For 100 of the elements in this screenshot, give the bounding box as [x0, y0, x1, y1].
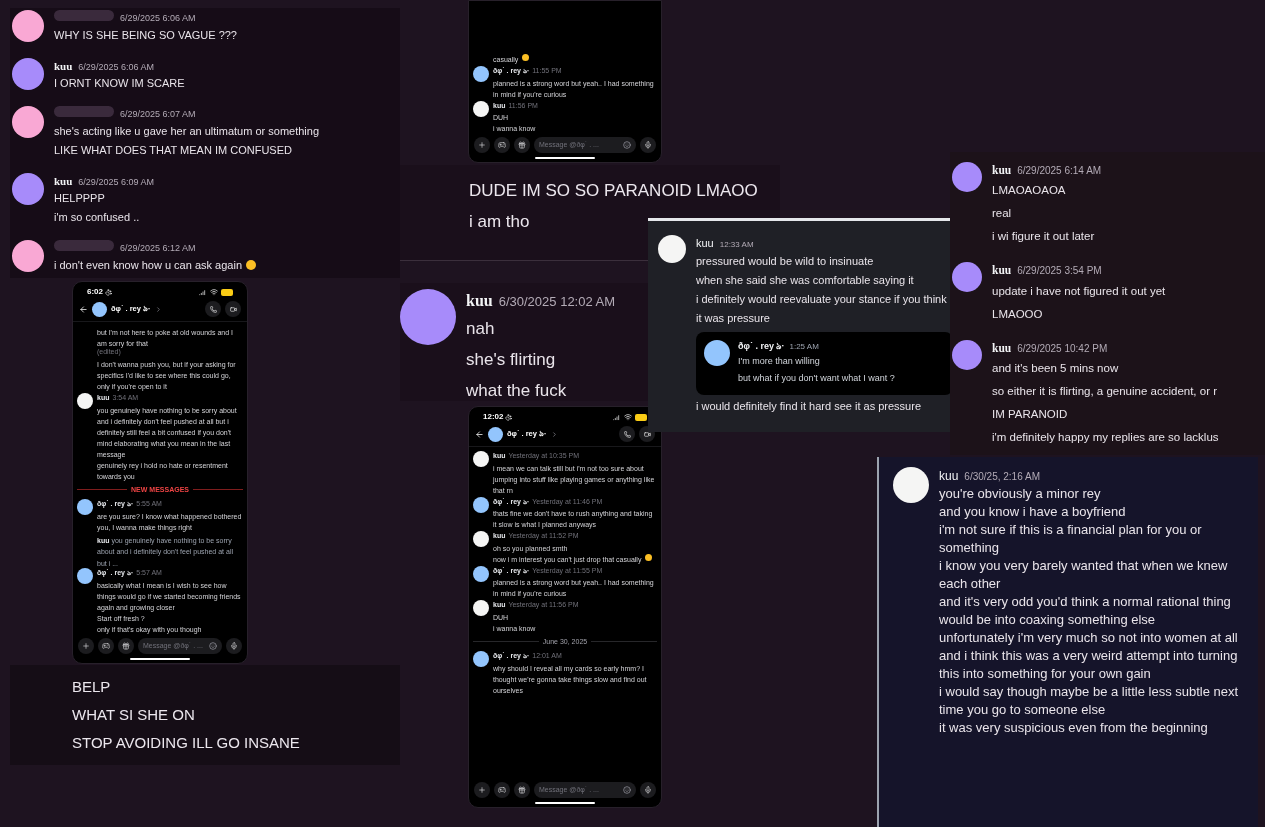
timestamp: 6/29/2025 6:12 AM — [120, 242, 196, 255]
author-name: kuu — [54, 173, 73, 189]
games-button[interactable] — [98, 638, 114, 654]
plus-icon — [478, 786, 486, 794]
message-text: HELPPPP — [54, 191, 105, 206]
chevron-icon — [154, 305, 162, 313]
message-text: i am tho — [469, 211, 530, 233]
wifi-icon — [624, 413, 632, 421]
message-text: BELP — [72, 677, 111, 697]
message-text: I'm more than willing — [738, 355, 821, 368]
timestamp: 1:25 AM — [789, 340, 819, 353]
avatar-icon — [92, 301, 107, 317]
author-name: kuu — [939, 468, 959, 485]
emoji-icon[interactable] — [209, 642, 217, 650]
message-text: STOP AVOIDING ILL GO INSANE — [72, 733, 300, 753]
emoji-icon[interactable] — [623, 786, 631, 794]
message-text: nah — [466, 318, 495, 340]
video-icon — [643, 430, 651, 438]
gift-button[interactable] — [514, 782, 530, 798]
timestamp: 6/30/25, 2:16 AM — [964, 470, 1040, 484]
signal-icon — [199, 288, 207, 296]
mic-button[interactable] — [640, 782, 656, 798]
chevron-icon — [550, 430, 558, 438]
timestamp: 6/29/2025 6:06 AM — [78, 60, 154, 74]
call-button[interactable] — [619, 426, 635, 442]
message-text: i would definitely find it hard see it as pressure — [696, 399, 922, 414]
message-text: she's acting like u gave her an ultimatum or something — [54, 123, 319, 139]
message-text: pressured would be wild to insinuate — [696, 253, 874, 269]
battery-icon — [221, 288, 233, 296]
battery-icon — [635, 413, 647, 421]
gamepad-icon — [498, 141, 506, 149]
gift-button[interactable] — [118, 638, 134, 654]
author-name: kuu — [992, 163, 1012, 178]
games-button[interactable] — [494, 782, 510, 798]
message-text: and it's been 5 mins now — [992, 360, 1119, 376]
timestamp: 6/29/2025 6:09 AM — [78, 175, 154, 189]
message-text: I ORNT KNOW IM SCARE — [54, 76, 185, 91]
mic-button[interactable] — [640, 137, 656, 153]
message-text: so either it is flirting, a genuine accident, or r — [992, 383, 1217, 399]
message-text: update i have not figured it out yet — [992, 283, 1166, 299]
plus-icon — [82, 642, 90, 650]
phone-icon — [623, 430, 631, 438]
paw-icon — [105, 288, 112, 296]
message-text: it was very suspicious even from the beginning — [939, 719, 1208, 737]
add-button[interactable] — [474, 782, 490, 798]
home-indicator — [535, 157, 595, 159]
message-text: LMAOOO — [992, 306, 1043, 322]
message-text: DUDE IM SO SO PARANOID LMAOO — [469, 180, 758, 202]
phone-icon — [209, 305, 217, 313]
timestamp: 6/30/2025 12:02 AM — [498, 293, 616, 311]
message-text: i'm definitely happy my replies are so lacklus — [992, 429, 1219, 445]
author-name: kuu — [466, 291, 493, 311]
home-indicator — [535, 802, 595, 804]
status-time: 12:02 — [483, 411, 504, 423]
timestamp: 6/29/2025 6:14 AM — [1017, 164, 1102, 178]
add-button[interactable] — [474, 137, 490, 153]
mic-icon — [644, 786, 652, 794]
timestamp: 12:33 AM — [719, 239, 754, 251]
add-button[interactable] — [78, 638, 94, 654]
gift-icon — [122, 642, 130, 650]
message-text: real — [992, 206, 1012, 222]
emoji-icon[interactable] — [623, 141, 631, 149]
home-indicator — [130, 658, 190, 660]
message-text: LMAOAOAOA — [992, 183, 1066, 199]
gift-icon — [518, 141, 526, 149]
message-text: when she said she was comfortable saying it — [696, 272, 914, 288]
back-icon[interactable] — [475, 429, 484, 439]
timestamp: 6/29/2025 10:42 PM — [1017, 341, 1108, 356]
message-text: WHAT SI SHE ON — [72, 705, 195, 725]
mic-icon — [230, 642, 238, 650]
message-text: she's flirting — [466, 349, 556, 371]
gift-icon — [518, 786, 526, 794]
message-text: i'm so confused .. — [54, 210, 140, 225]
mic-button[interactable] — [226, 638, 242, 654]
message-text: you're obviously a minor rey — [939, 485, 1101, 503]
status-time: 6:02 — [87, 286, 103, 298]
video-icon — [229, 305, 237, 313]
back-icon[interactable] — [79, 304, 88, 314]
games-button[interactable] — [494, 137, 510, 153]
message-text: WHY IS SHE BEING SO VAGUE ??? — [54, 27, 237, 43]
message-text: IM PARANOID — [992, 406, 1068, 422]
gift-button[interactable] — [514, 137, 530, 153]
avatar-icon — [488, 426, 503, 442]
gamepad-icon — [498, 786, 506, 794]
signal-icon — [613, 413, 621, 421]
mic-icon — [644, 141, 652, 149]
plus-icon — [478, 141, 486, 149]
timestamp: 6/29/2025 6:07 AM — [120, 108, 196, 121]
message-text: and you know i have a boyfriend — [939, 503, 1126, 521]
gamepad-icon — [102, 642, 110, 650]
author-name: kuu — [54, 58, 73, 74]
author-name: kuu — [992, 263, 1012, 279]
author-name: kuu — [992, 340, 1012, 356]
message-text: what the fuck — [466, 380, 567, 401]
video-button[interactable] — [225, 301, 241, 317]
paw-icon — [505, 413, 513, 421]
message-text: i wi figure it out later — [992, 229, 1095, 245]
author-name: ðφ˙ . rey ঌ· — [738, 339, 785, 353]
call-button[interactable] — [205, 301, 221, 317]
message-text: i definitely would reevaluate your stance if you think it was pressure — [696, 291, 948, 326]
